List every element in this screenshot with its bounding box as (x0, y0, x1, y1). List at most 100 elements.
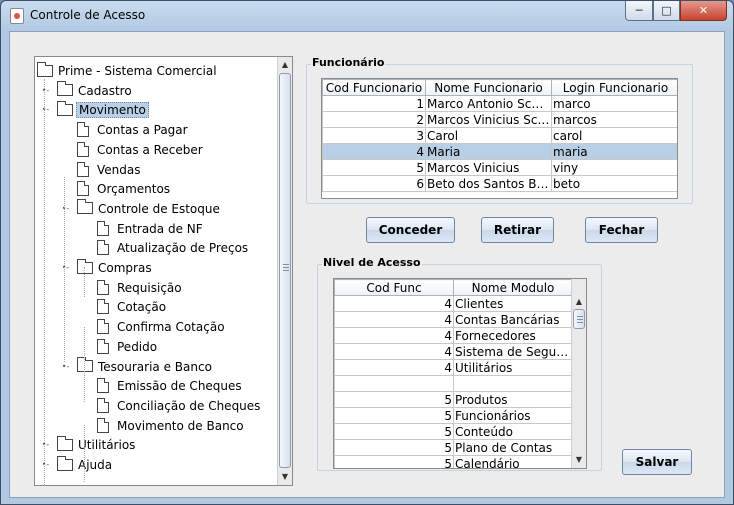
tree-item[interactable]: Movimento de Banco (97, 417, 246, 435)
tree-item-label: Confirma Cotação (117, 320, 225, 335)
table-row[interactable]: 5 Conteúdo (334, 423, 573, 440)
table-cell: Carol (425, 127, 552, 144)
tree-item[interactable]: Entrada de NF (97, 220, 205, 238)
tree-item[interactable]: Compras (77, 258, 154, 277)
table-cell: Sistema de Segura... (453, 343, 573, 360)
folder-icon (57, 455, 73, 471)
tree-item[interactable]: Utilitários (57, 435, 137, 454)
table-row[interactable]: 5 Plano de Contas (334, 439, 573, 456)
table-row[interactable]: 2 Marcos Vinicius Scholl marcos (322, 111, 677, 128)
content-panel: Prime - Sistema Comercial Cadastro •- Movim… (9, 31, 725, 498)
maximize-button[interactable]: □ (653, 1, 680, 21)
document-icon (97, 319, 109, 335)
tree-item[interactable]: Movimento (57, 100, 149, 119)
funcionario-table[interactable]: Cod Funcionario Nome Funcionario Login Fun… (321, 78, 678, 199)
table-cell: Conteúdo (453, 423, 573, 440)
tree-item-label: Movimento (76, 102, 149, 119)
table-row[interactable]: 5 Funcionários (334, 407, 573, 424)
table-row[interactable]: 5 Calendário (334, 455, 573, 468)
tree-item[interactable]: Ajuda (57, 455, 114, 474)
table-cell: 5 (334, 455, 454, 468)
scroll-up-arrow-icon[interactable]: ▲ (278, 57, 292, 72)
table-cell: 5 (334, 391, 454, 408)
tree-expander-icon[interactable]: •- (61, 204, 70, 214)
table-cell: 5 (334, 423, 454, 440)
nivel-scrollbar[interactable]: ▲ ▼ (571, 279, 586, 468)
tree-item-label: Requisição (117, 280, 182, 295)
funcionario-group: Funcionário Cod Funcionario Nome Funciona… (306, 56, 693, 204)
table-row[interactable]: 5 Produtos (334, 391, 573, 408)
tree-item[interactable]: Contas a Receber (77, 141, 205, 159)
tree-item-label: Vendas (97, 162, 141, 177)
document-icon (77, 161, 89, 177)
tree-expander-icon[interactable]: •- (61, 264, 70, 273)
table-row[interactable]: 1 Marco Antonio Scholl marco (322, 95, 677, 112)
table-cell: 4 (334, 343, 454, 360)
table-cell: 6 (322, 175, 426, 192)
table-row[interactable]: 4 Contas Bancárias (334, 311, 573, 328)
tree-item[interactable]: Cadastro (57, 81, 134, 100)
tree-item[interactable]: Cotação (97, 298, 168, 316)
title-bar[interactable]: Controle de Acesso ─ □ ✕ (1, 1, 733, 31)
tree-expander-icon[interactable]: •- (61, 362, 70, 372)
tree-body: Prime - Sistema Comercial Cadastro •- Movim… (35, 57, 278, 485)
tree-item-label: Cotação (117, 300, 167, 315)
table-cell: marco (551, 95, 677, 112)
column-header[interactable]: Login Funcionario (551, 79, 677, 96)
tree-item-label: Compras (98, 261, 152, 275)
tree-expander-icon[interactable]: •- (41, 106, 50, 115)
tree-item[interactable]: Confirma Cotação (97, 318, 227, 336)
tree-item-label: Emissão de Cheques (117, 379, 242, 394)
salvar-button[interactable]: Salvar (622, 449, 692, 475)
scroll-down-arrow-icon[interactable]: ▼ (278, 469, 292, 484)
table-row[interactable]: 4 Sistema de Segura... (334, 343, 573, 360)
table-row[interactable]: 4 Utilitários (334, 359, 573, 376)
tree-item[interactable]: Vendas (77, 161, 143, 179)
tree-scroll-thumb[interactable] (279, 73, 291, 468)
table-row[interactable]: 4 Clientes (334, 295, 573, 312)
menu-tree[interactable]: Prime - Sistema Comercial Cadastro •- Movim… (34, 56, 293, 486)
tree-item[interactable]: Emissão de Cheques (97, 377, 244, 395)
tree-item[interactable]: Orçamentos (77, 180, 172, 198)
tree-expander-icon[interactable]: •- (41, 461, 50, 470)
tree-item[interactable]: Contas a Pagar (77, 121, 190, 139)
column-header[interactable]: Nome Modulo (453, 279, 573, 296)
table-row[interactable]: 6 Beto dos Santos Brito beto (322, 175, 677, 192)
tree-item[interactable]: Requisição (97, 279, 184, 297)
minimize-button[interactable]: ─ (625, 1, 653, 21)
table-cell: Contas Bancárias (453, 311, 573, 328)
folder-icon (77, 258, 93, 274)
column-header[interactable]: Nome Funcionario (425, 79, 552, 96)
retirar-button[interactable]: Retirar (481, 217, 554, 243)
conceder-button[interactable]: Conceder (366, 217, 455, 243)
tree-item[interactable]: Controle de Estoque (77, 199, 222, 218)
table-cell (453, 375, 573, 392)
tree-item-label: Ajuda (78, 458, 113, 472)
table-row[interactable]: 3 Carol carol (322, 127, 677, 144)
tree-item[interactable]: Pedido (97, 338, 159, 356)
nivel-scroll-up-icon[interactable]: ▲ (572, 294, 586, 309)
table-row[interactable]: 5 Marcos Vinicius viny (322, 159, 677, 176)
tree-item[interactable]: Atualização de Preços (97, 239, 250, 257)
table-row[interactable]: 4 Fornecedores (334, 327, 573, 344)
close-button[interactable]: ✕ (680, 1, 727, 21)
tree-item[interactable]: Conciliação de Cheques (97, 397, 262, 415)
document-icon (97, 299, 109, 315)
tree-expander-icon[interactable]: •- (41, 441, 50, 450)
column-header[interactable]: Cod Funcionario (322, 79, 426, 96)
table-cell: beto (551, 175, 677, 192)
column-header[interactable]: Cod Func (334, 279, 454, 296)
fechar-button[interactable]: Fechar (585, 217, 658, 243)
tree-item[interactable]: Tesouraria e Banco (77, 357, 214, 376)
nivel-scroll-thumb[interactable] (573, 309, 585, 329)
tree-expander-icon[interactable]: •- (41, 86, 50, 96)
table-row[interactable] (334, 375, 573, 392)
document-icon (77, 122, 89, 138)
table-row[interactable]: 4 Maria maria (322, 143, 677, 160)
nivel-scroll-down-icon[interactable]: ▼ (572, 452, 586, 467)
tree-item[interactable]: Prime - Sistema Comercial (37, 61, 219, 80)
tree-item-label: Tesouraria e Banco (98, 359, 212, 374)
nivel-acesso-table[interactable]: Cod Func Nome Modulo 4 Clientes 4 Contas Ban… (333, 278, 587, 469)
table-cell: 2 (322, 111, 426, 128)
tree-scrollbar[interactable]: ▲ ▼ (277, 57, 292, 485)
